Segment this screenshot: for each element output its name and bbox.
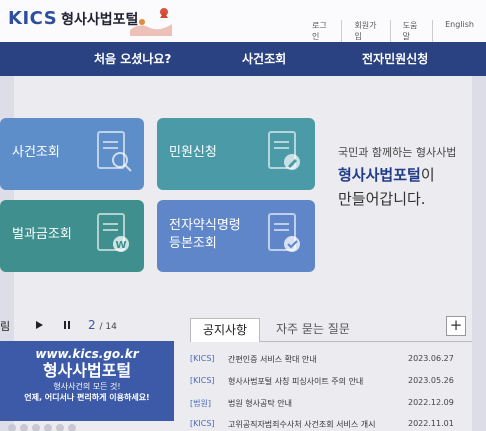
notice-date: 2023.05.26	[408, 376, 454, 385]
right-gutter	[472, 76, 486, 431]
tile-label: 벌과금조회	[12, 227, 72, 242]
site-logo[interactable]: KICS 형사사법포털	[8, 8, 138, 29]
carousel-dot[interactable]	[20, 424, 28, 431]
main-nav: 처음 오셨나요? 사건조회 전자민원신청	[0, 42, 486, 76]
notice-tag: [법원]	[190, 399, 211, 408]
tile-label-line1: 전자약식명령	[169, 218, 241, 233]
nav-e-petition[interactable]: 전자민원신청	[362, 50, 428, 67]
carousel-dot[interactable]	[32, 424, 40, 431]
notice-date: 2022.12.09	[408, 398, 454, 407]
notice-date: 2022.11.01	[408, 419, 454, 428]
tile-label-line2: 등본조회	[169, 236, 217, 251]
carousel-dot[interactable]	[8, 424, 16, 431]
notice-title[interactable]: 형사사법포털 사칭 피싱사이트 주의 안내	[228, 376, 396, 387]
list-item[interactable]: [KICS] 간편인증 서비스 확대 안내 2023.06.27	[190, 354, 472, 370]
banner-label: 림	[0, 320, 11, 333]
won-document-icon: W	[97, 213, 129, 252]
help-link[interactable]: 도움말	[389, 20, 432, 42]
intro-brand: 형사사법포털이	[338, 164, 435, 185]
carousel-dots	[8, 424, 76, 431]
nav-case-search[interactable]: 사건조회	[242, 50, 286, 67]
pager-total: / 14	[99, 322, 117, 332]
tile-case-search[interactable]: 사건조회	[0, 118, 144, 190]
kics-logo-text: KICS	[8, 8, 58, 29]
carousel-dot[interactable]	[44, 424, 52, 431]
intro-brand-suffix: 이	[420, 166, 435, 184]
notice-tag: [KICS]	[190, 354, 215, 363]
top-bar: KICS 형사사법포털 로그인 회원가입 도움말 English	[0, 0, 486, 42]
check-document-icon	[268, 213, 300, 252]
intro-brand-name: 형사사법포털	[338, 166, 421, 184]
promo-url: www.kics.go.kr	[35, 347, 139, 361]
tile-e-summary-order[interactable]: 전자약식명령 등본조회	[157, 200, 315, 272]
notice-date: 2023.06.27	[408, 354, 454, 363]
promo-banner[interactable]: www.kics.go.kr 형사사법포털 형사사건의 모든 것! 언제, 어디…	[0, 341, 174, 421]
list-item[interactable]: [KICS] 고위공직자범죄수사처 사건조회 서비스 개시 2022.11.01	[190, 419, 472, 431]
notice-title[interactable]: 법원 형사공탁 안내	[228, 398, 396, 409]
tile-label: 사건조회	[12, 145, 60, 160]
play-icon[interactable]	[34, 320, 44, 330]
promo-tagline2: 언제, 어디서나 편리하게 이용하세요!	[24, 393, 150, 402]
utility-nav: 로그인 회원가입 도움말 English	[300, 20, 486, 42]
plus-icon[interactable]: +	[446, 316, 466, 336]
promo-tagline: 형사사건의 모든 것!	[53, 382, 121, 391]
svg-text:W: W	[115, 240, 126, 251]
login-link[interactable]: 로그인	[300, 20, 341, 42]
autumn-leaves-icon	[130, 8, 172, 36]
tab-notices[interactable]: 공지사항	[190, 318, 260, 342]
tab-faq[interactable]: 자주 묻는 질문	[276, 318, 350, 340]
banner-pager: 2 / 14	[88, 318, 117, 332]
intro-line3: 만들어갑니다.	[338, 190, 426, 208]
notice-title[interactable]: 고위공직자범죄수사처 사건조회 서비스 개시	[228, 419, 396, 430]
carousel-dot[interactable]	[68, 424, 76, 431]
carousel-dot[interactable]	[56, 424, 64, 431]
nav-first-visit[interactable]: 처음 오셨나요?	[94, 50, 171, 67]
search-document-icon	[97, 131, 132, 172]
notice-title[interactable]: 간편인증 서비스 확대 안내	[228, 354, 396, 365]
english-link[interactable]: English	[432, 20, 486, 42]
edit-document-icon	[268, 131, 300, 170]
pause-icon[interactable]	[62, 320, 72, 330]
list-item[interactable]: [KICS] 형사사법포털 사칭 피싱사이트 주의 안내 2023.05.26	[190, 376, 472, 392]
tile-petition[interactable]: 민원신청	[157, 118, 315, 190]
intro-line1: 국민과 함께하는 형사사법	[338, 146, 457, 159]
list-item[interactable]: [법원] 법원 형사공탁 안내 2022.12.09	[190, 398, 472, 414]
pager-current: 2	[88, 318, 96, 332]
signup-link[interactable]: 회원가입	[341, 20, 389, 42]
notice-tag: [KICS]	[190, 419, 215, 428]
notice-tag: [KICS]	[190, 376, 215, 385]
tile-label: 민원신청	[169, 145, 217, 160]
promo-headline: 형사사법포털	[42, 361, 132, 380]
tile-fine-search[interactable]: 벌과금조회 W	[0, 200, 144, 272]
notice-tabs: 공지사항 자주 묻는 질문	[190, 314, 472, 342]
